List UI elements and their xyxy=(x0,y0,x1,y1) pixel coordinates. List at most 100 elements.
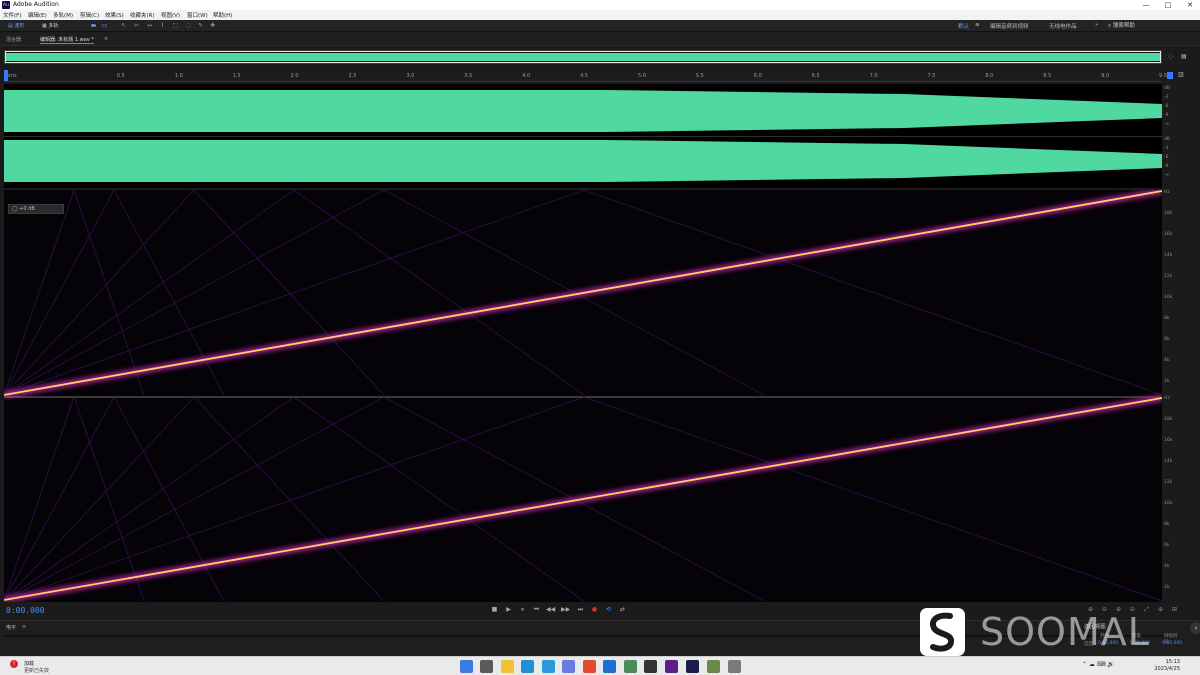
maximize-button[interactable]: □ xyxy=(1158,0,1178,10)
zoom-selection-icon[interactable]: ⊞ xyxy=(1170,606,1179,614)
search-help-field[interactable]: ⌕ 搜索帮助 xyxy=(1108,22,1196,30)
menu-edit[interactable]: 编辑(E) xyxy=(28,11,47,19)
frequency-label: 10k xyxy=(1164,295,1173,300)
amplitude-label: -∞ xyxy=(1164,122,1170,127)
selection-duration-value[interactable]: 0:00.000 xyxy=(1162,641,1182,646)
app-icon-4[interactable] xyxy=(665,660,678,673)
slip-tool-icon[interactable]: ↔ xyxy=(146,22,153,30)
notification-badge-icon: ! xyxy=(10,660,18,668)
title-bar: Au Adobe Audition — □ ✕ xyxy=(0,0,1200,10)
amplitude-label: -3 xyxy=(1164,146,1169,151)
move-tool-icon[interactable]: ↖ xyxy=(120,22,127,30)
skip-to-start-button[interactable]: ⏮ xyxy=(532,606,541,614)
workspace-default[interactable]: 默认 xyxy=(958,22,969,30)
levels-menu-icon[interactable]: ≡ xyxy=(22,624,26,630)
time-selection-icon[interactable]: I xyxy=(159,22,166,30)
workspace-radio[interactable]: 无线电作品 xyxy=(1049,22,1077,30)
playhead-marker[interactable] xyxy=(4,70,8,81)
marquee-tool-icon[interactable]: ⬚ xyxy=(172,22,179,30)
tab-editor[interactable]: 编辑器: 未标题 1.wav * xyxy=(40,36,94,44)
ruler-tick-label: 3.5 xyxy=(464,73,473,79)
app-icon-3[interactable] xyxy=(644,660,657,673)
multitrack-view-label: 多轨 xyxy=(48,23,59,29)
windows-taskbar: ! 加载 更新已失效 ⌃ ☁ ⌨ 🔊 15:13 2023/4/25 xyxy=(0,656,1200,675)
lasso-tool-icon[interactable]: ◌ xyxy=(185,22,192,30)
amplitude-label: -3 xyxy=(1164,95,1169,100)
skip-selection-button[interactable]: ⇄ xyxy=(618,606,627,614)
edge-browser-icon[interactable] xyxy=(521,660,534,673)
multitrack-view-button[interactable]: ▦ 多轨 xyxy=(42,22,58,30)
frequency-label: 8k xyxy=(1164,522,1170,527)
stop-button[interactable]: ■ xyxy=(490,606,499,614)
hud-volume-value: +0 dB xyxy=(19,206,35,212)
ruler-tick-label: 4.5 xyxy=(580,73,589,79)
app-icon-6[interactable] xyxy=(728,660,741,673)
frequency-label: 10k xyxy=(1164,501,1173,506)
current-time-display[interactable]: 0:00.000 xyxy=(6,606,45,615)
ruler-tick-label: 4.0 xyxy=(522,73,531,79)
frequency-label: 2k xyxy=(1164,379,1170,384)
rewind-button[interactable]: ◀◀ xyxy=(546,606,555,614)
menu-favorites[interactable]: 收藏夹(R) xyxy=(130,11,155,19)
workspace-edit-video[interactable]: 编辑音频到视频 xyxy=(990,22,1029,30)
app-icon-2[interactable] xyxy=(624,660,637,673)
waveform-display[interactable] xyxy=(4,84,1162,188)
spectral-toggle-icon[interactable] xyxy=(1167,72,1173,79)
pause-button[interactable]: ⏸ xyxy=(518,606,527,614)
system-tray[interactable]: ⌃ ☁ ⌨ 🔊 xyxy=(1082,661,1115,668)
task-view-icon[interactable] xyxy=(480,660,493,673)
menu-file[interactable]: 文件(F) xyxy=(3,11,21,19)
left-channel-spectrum xyxy=(3,187,1163,399)
overview-view-range[interactable] xyxy=(5,51,1161,63)
ruler-tick-label: 8.5 xyxy=(1043,73,1052,79)
audition-taskbar-icon[interactable] xyxy=(686,660,699,673)
close-button[interactable]: ✕ xyxy=(1180,0,1200,10)
file-explorer-icon[interactable] xyxy=(501,660,514,673)
panel-options-icon[interactable]: ▤ xyxy=(1181,53,1187,60)
app-icon-5[interactable] xyxy=(707,660,720,673)
ruler-tick-label: 2.5 xyxy=(348,73,357,79)
taskbar-clock[interactable]: 15:13 2023/4/25 xyxy=(1150,659,1180,673)
spectral-frequency-display[interactable]: ◯ +0 dB xyxy=(3,187,1163,604)
tab-menu-icon[interactable]: ≡ xyxy=(104,36,108,42)
menu-effects[interactable]: 效果(S) xyxy=(105,11,124,19)
zoom-overview-icon[interactable]: ◌ xyxy=(1168,53,1173,60)
razor-tool-icon[interactable]: ✂ xyxy=(133,22,140,30)
display-settings-icon[interactable]: ▥ xyxy=(1178,71,1184,78)
heal-tool-icon[interactable]: ✚ xyxy=(209,22,216,30)
spectral-display-icon[interactable]: ▬ xyxy=(90,22,97,30)
minimize-button[interactable]: — xyxy=(1136,0,1156,10)
tab-mixer[interactable]: 混合器 xyxy=(6,36,21,43)
ruler-tick-label: 9.0 xyxy=(1101,73,1110,79)
timeline-ruler[interactable]: hms 0.5 1.0 1.5 2.0 2.5 3.0 3.5 4.0 4.5 5.0 5.5 6.0 6… xyxy=(4,70,1167,82)
waveform-overview[interactable] xyxy=(4,50,1162,64)
frequency-label: 4k xyxy=(1164,358,1170,363)
side-panel-toggle-icon[interactable]: › xyxy=(1190,622,1200,634)
skip-to-end-button[interactable]: ⏭ xyxy=(576,606,585,614)
waveform-view-button[interactable]: ▤ 波形 xyxy=(8,22,24,30)
ruler-tick-label: 0.5 xyxy=(116,73,125,79)
zoom-in-playhead-icon[interactable]: ⊕ xyxy=(1156,606,1165,614)
menu-clip[interactable]: 剪辑(C) xyxy=(80,11,99,19)
menu-help[interactable]: 帮助(H) xyxy=(213,11,232,19)
photos-app-icon[interactable] xyxy=(542,660,555,673)
record-button[interactable]: ● xyxy=(590,606,599,614)
menu-multitrack[interactable]: 多轨(M) xyxy=(53,11,73,19)
frequency-label: 8k xyxy=(1164,316,1170,321)
fast-forward-button[interactable]: ▶▶ xyxy=(561,606,570,614)
chrome-browser-icon[interactable] xyxy=(583,660,596,673)
pitch-display-icon[interactable]: ▭ xyxy=(101,22,108,30)
settings-app-icon[interactable] xyxy=(562,660,575,673)
app-icon-1[interactable] xyxy=(603,660,616,673)
workspace-menu-icon[interactable]: ≡ xyxy=(975,22,980,28)
hud-volume-control[interactable]: ◯ +0 dB xyxy=(8,204,64,214)
brush-tool-icon[interactable]: ✎ xyxy=(197,22,204,30)
menu-window[interactable]: 窗口(W) xyxy=(187,11,208,19)
amplitude-label: -6 xyxy=(1164,104,1169,109)
start-menu-icon[interactable] xyxy=(460,660,473,673)
menu-view[interactable]: 视图(V) xyxy=(161,11,180,19)
clock-time: 15:13 xyxy=(1165,659,1180,665)
loop-button[interactable]: ⟲ xyxy=(604,606,613,614)
more-workspaces-icon[interactable]: » xyxy=(1095,22,1098,28)
play-button[interactable]: ▶ xyxy=(504,606,513,614)
